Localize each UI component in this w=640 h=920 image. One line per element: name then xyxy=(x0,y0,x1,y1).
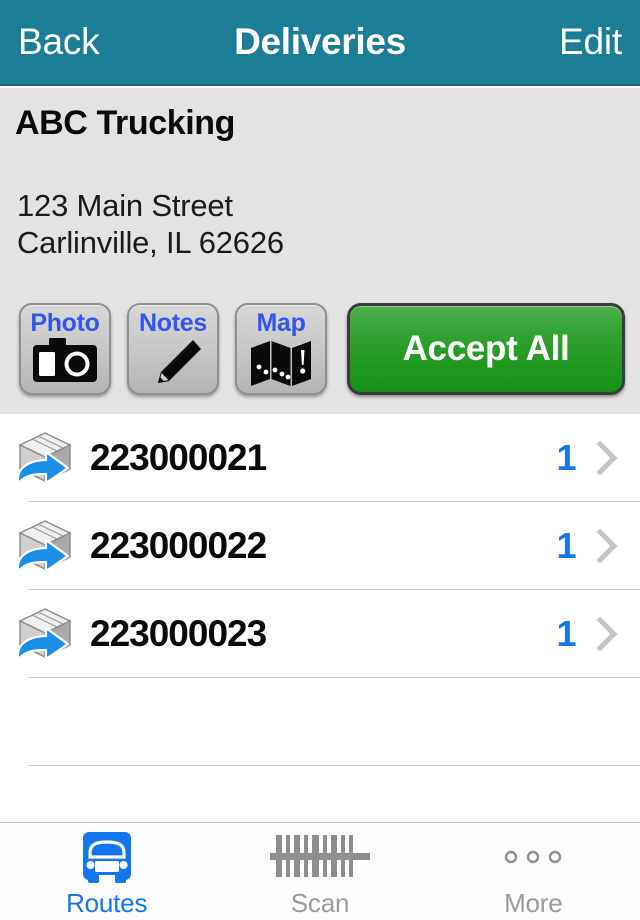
notes-button-label: Notes xyxy=(139,309,207,337)
edit-button[interactable]: Edit xyxy=(559,21,622,63)
package-arrow-icon xyxy=(16,608,72,662)
map-button-label: Map xyxy=(256,309,306,337)
chevron-right-icon xyxy=(596,529,618,563)
delivery-code: 223000021 xyxy=(90,437,267,478)
table-row[interactable]: 223000021 1 xyxy=(0,414,640,502)
table-row[interactable]: 223000023 1 xyxy=(0,590,640,678)
tab-more-label: More xyxy=(504,888,563,918)
photo-button[interactable]: Photo xyxy=(19,303,111,395)
delivery-count: 1 xyxy=(556,613,576,654)
delivery-count: 1 xyxy=(556,525,576,566)
accept-all-button[interactable]: Accept All xyxy=(347,303,625,395)
tab-scan[interactable]: Scan xyxy=(213,823,426,920)
ellipsis-icon xyxy=(501,829,565,885)
photo-button-label: Photo xyxy=(30,309,100,337)
app-screen: Back Deliveries Edit ABC Trucking 123 Ma… xyxy=(0,0,640,920)
back-button[interactable]: Back xyxy=(18,21,100,63)
package-arrow-icon xyxy=(16,432,72,486)
tab-routes[interactable]: Routes xyxy=(0,823,213,920)
navigation-bar: Back Deliveries Edit xyxy=(0,0,640,86)
truck-icon xyxy=(79,829,135,885)
tab-more[interactable]: More xyxy=(427,823,640,920)
address-line-2: Carlinville, IL 62626 xyxy=(17,225,284,260)
chevron-right-icon xyxy=(596,617,618,651)
action-button-row: Photo Notes Map Accept All xyxy=(19,303,625,395)
camera-icon xyxy=(32,337,98,388)
empty-row xyxy=(0,678,640,766)
notes-button[interactable]: Notes xyxy=(127,303,219,395)
delivery-count: 1 xyxy=(556,437,576,478)
chevron-right-icon xyxy=(596,441,618,475)
address-line-1: 123 Main Street xyxy=(17,188,233,223)
delivery-code: 223000022 xyxy=(90,525,267,566)
pencil-icon xyxy=(142,337,204,394)
tab-scan-label: Scan xyxy=(290,888,350,918)
barcode-icon xyxy=(269,829,370,885)
delivery-code: 223000023 xyxy=(90,613,267,654)
map-button[interactable]: Map xyxy=(235,303,327,395)
tab-bar: Routes Scan More xyxy=(0,822,640,920)
customer-info-panel: ABC Trucking 123 Main Street Carlinville… xyxy=(0,88,640,414)
package-arrow-icon xyxy=(16,520,72,574)
folded-map-icon xyxy=(250,337,312,392)
deliveries-list: 223000021 1 223000022 1 223000023 1 xyxy=(0,414,640,766)
table-row[interactable]: 223000022 1 xyxy=(0,502,640,590)
tab-routes-label: Routes xyxy=(66,888,148,918)
company-name: ABC Trucking xyxy=(15,104,236,142)
